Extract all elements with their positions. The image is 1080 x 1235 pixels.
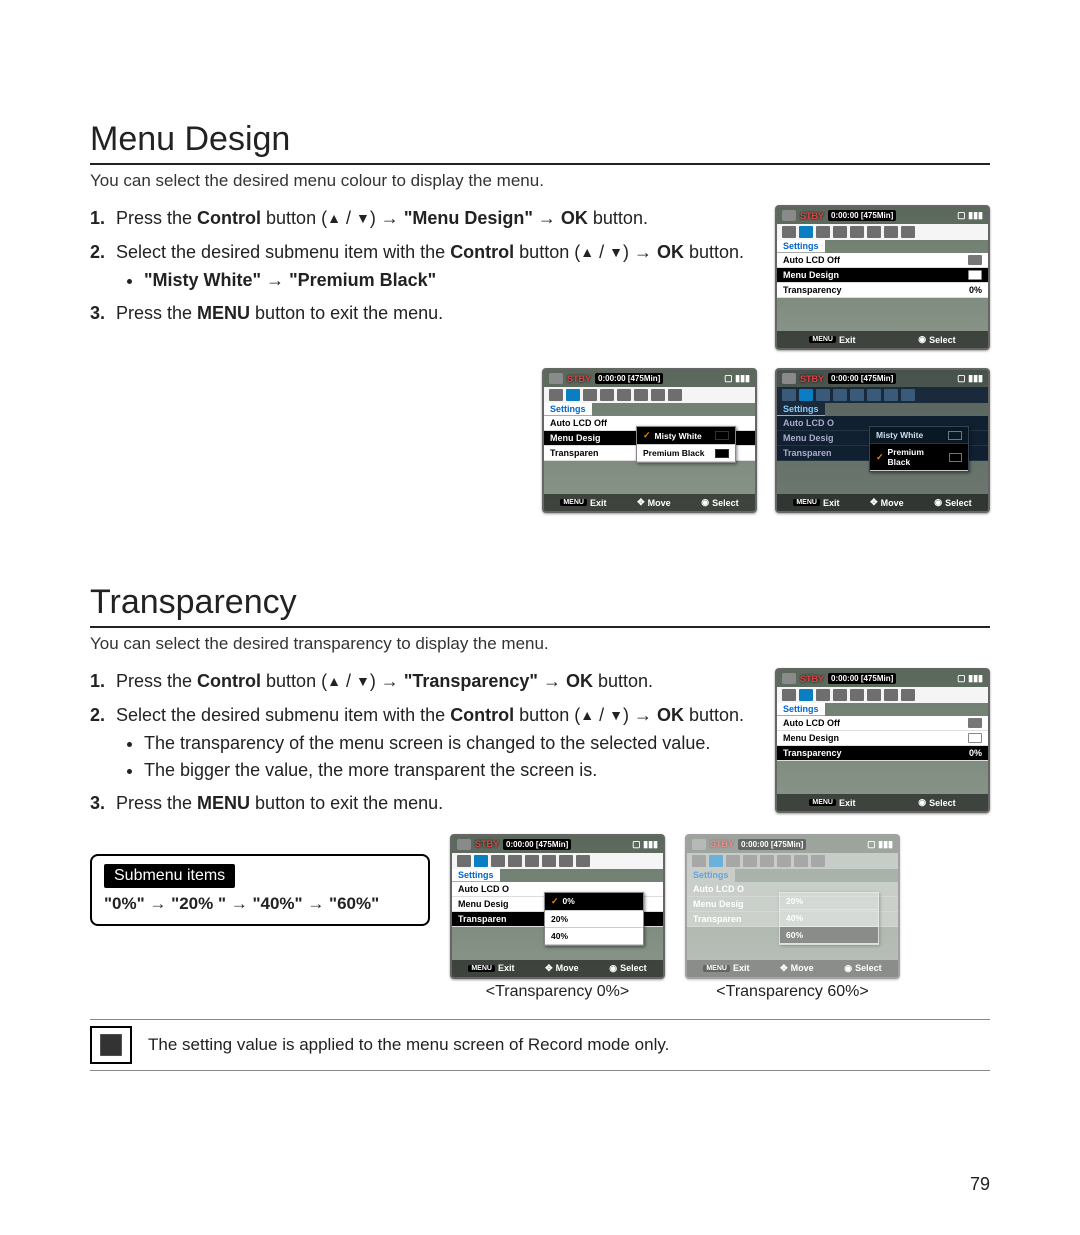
- section-subtitle: You can select the desired menu colour t…: [90, 171, 990, 191]
- lcd-screenshot-menu-design: STBY0:00:00 [475Min]▢ ▮▮▮ Settings Auto …: [775, 205, 990, 350]
- submenu-header: Submenu items: [104, 864, 235, 888]
- bullet-2: The bigger the value, the more transpare…: [144, 757, 990, 784]
- lcd-screenshot-transparency-60: STBY0:00:00 [475Min]▢ ▮▮▮ Settings Auto …: [685, 834, 900, 979]
- step-3b: Press the MENU button to exit the menu.: [90, 790, 990, 818]
- step-1: Press the Control button (▲ / ▼) → "Menu…: [90, 205, 755, 233]
- step-3: Press the MENU button to exit the menu.: [90, 300, 755, 328]
- step-2: Select the desired submenu item with the…: [90, 239, 755, 294]
- lcd-screenshot-misty-white: STBY0:00:00 [475Min]▢ ▮▮▮ Settings Auto …: [542, 368, 757, 513]
- triangle-up-icon: ▲: [327, 210, 341, 226]
- section-title-menu-design: Menu Design: [90, 120, 990, 165]
- battery-icon: ▢ ▮▮▮: [957, 210, 983, 221]
- section-title-transparency: Transparency: [90, 583, 990, 628]
- step-1b: Press the Control button (▲ / ▼) → "Tran…: [90, 668, 990, 696]
- note-row: The setting value is applied to the menu…: [90, 1019, 990, 1071]
- lcd-screenshot-premium-black: STBY0:00:00 [475Min]▢ ▮▮▮ Settings Auto …: [775, 368, 990, 513]
- page-number: 79: [970, 1174, 990, 1195]
- caption-transparency-0: <Transparency 0%>: [486, 983, 629, 1001]
- bullet-1: The transparency of the menu screen is c…: [144, 730, 990, 757]
- camera-icon: [782, 210, 796, 221]
- note-icon: [90, 1026, 132, 1064]
- check-icon: ✓: [643, 430, 651, 441]
- lcd-screenshot-transparency-0: STBY0:00:00 [475Min]▢ ▮▮▮ Settings Auto …: [450, 834, 665, 979]
- section-subtitle-2: You can select the desired transparency …: [90, 634, 990, 654]
- menu-design-options: "Misty White" → "Premium Black": [144, 270, 436, 290]
- note-text: The setting value is applied to the menu…: [148, 1035, 669, 1055]
- step-2b: Select the desired submenu item with the…: [90, 702, 990, 784]
- submenu-values: "0%" → "20% " → "40%" → "60%": [104, 894, 416, 914]
- caption-transparency-60: <Transparency 60%>: [716, 983, 868, 1001]
- triangle-down-icon: ▼: [356, 210, 370, 226]
- submenu-items-box: Submenu items "0%" → "20% " → "40%" → "6…: [90, 854, 430, 926]
